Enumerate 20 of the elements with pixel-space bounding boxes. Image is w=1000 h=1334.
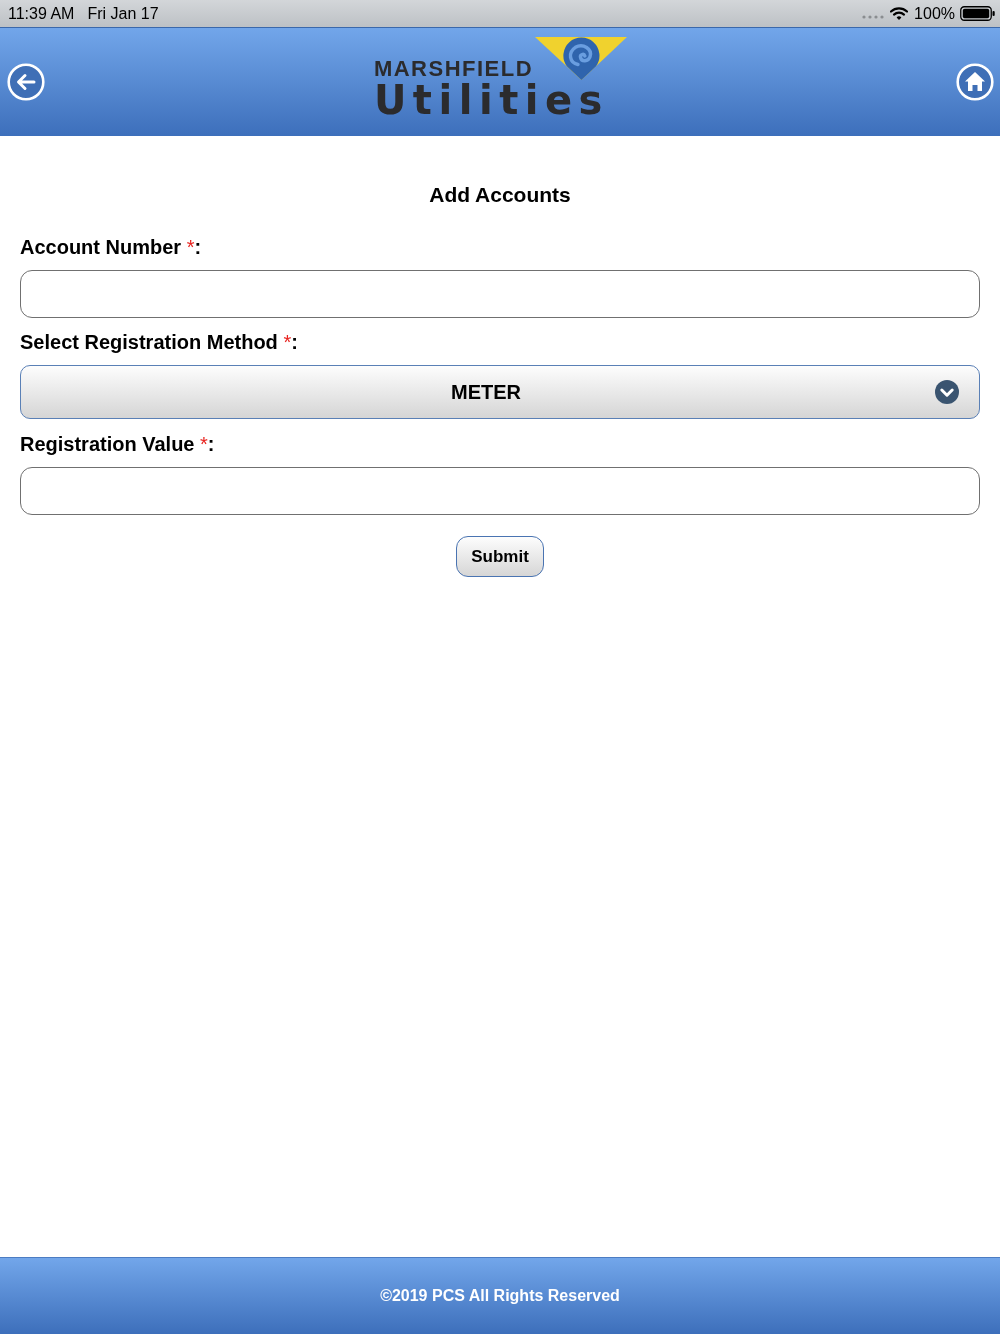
- copyright-text: ©2019 PCS All Rights Reserved: [380, 1287, 620, 1305]
- page-title: Add Accounts: [428, 183, 572, 207]
- field-label: Select Registration Method *:: [20, 330, 298, 354]
- input-field[interactable]: [20, 467, 980, 515]
- input-field[interactable]: [20, 270, 980, 318]
- logo-wordmark: MARSHFIELD: [373, 57, 534, 80]
- status-time: 11:39 AM: [8, 4, 75, 23]
- home-icon[interactable]: [956, 63, 994, 101]
- battery-icon: [960, 6, 995, 21]
- signal-dots-icon: [862, 14, 885, 19]
- field-label: Registration Value *:: [20, 432, 215, 456]
- battery-percent: 100%: [914, 4, 955, 23]
- status-date: Fri Jan 17: [87, 4, 159, 23]
- logo-wordmark: Utilities: [373, 79, 609, 120]
- chevron-down-icon: [935, 380, 959, 404]
- submit-button[interactable]: Submit: [456, 536, 544, 577]
- field-label: Account Number *:: [20, 235, 202, 259]
- wifi-icon: [890, 7, 909, 20]
- wave-emblem-icon: [535, 36, 628, 80]
- dropdown-select[interactable]: METER: [20, 365, 980, 419]
